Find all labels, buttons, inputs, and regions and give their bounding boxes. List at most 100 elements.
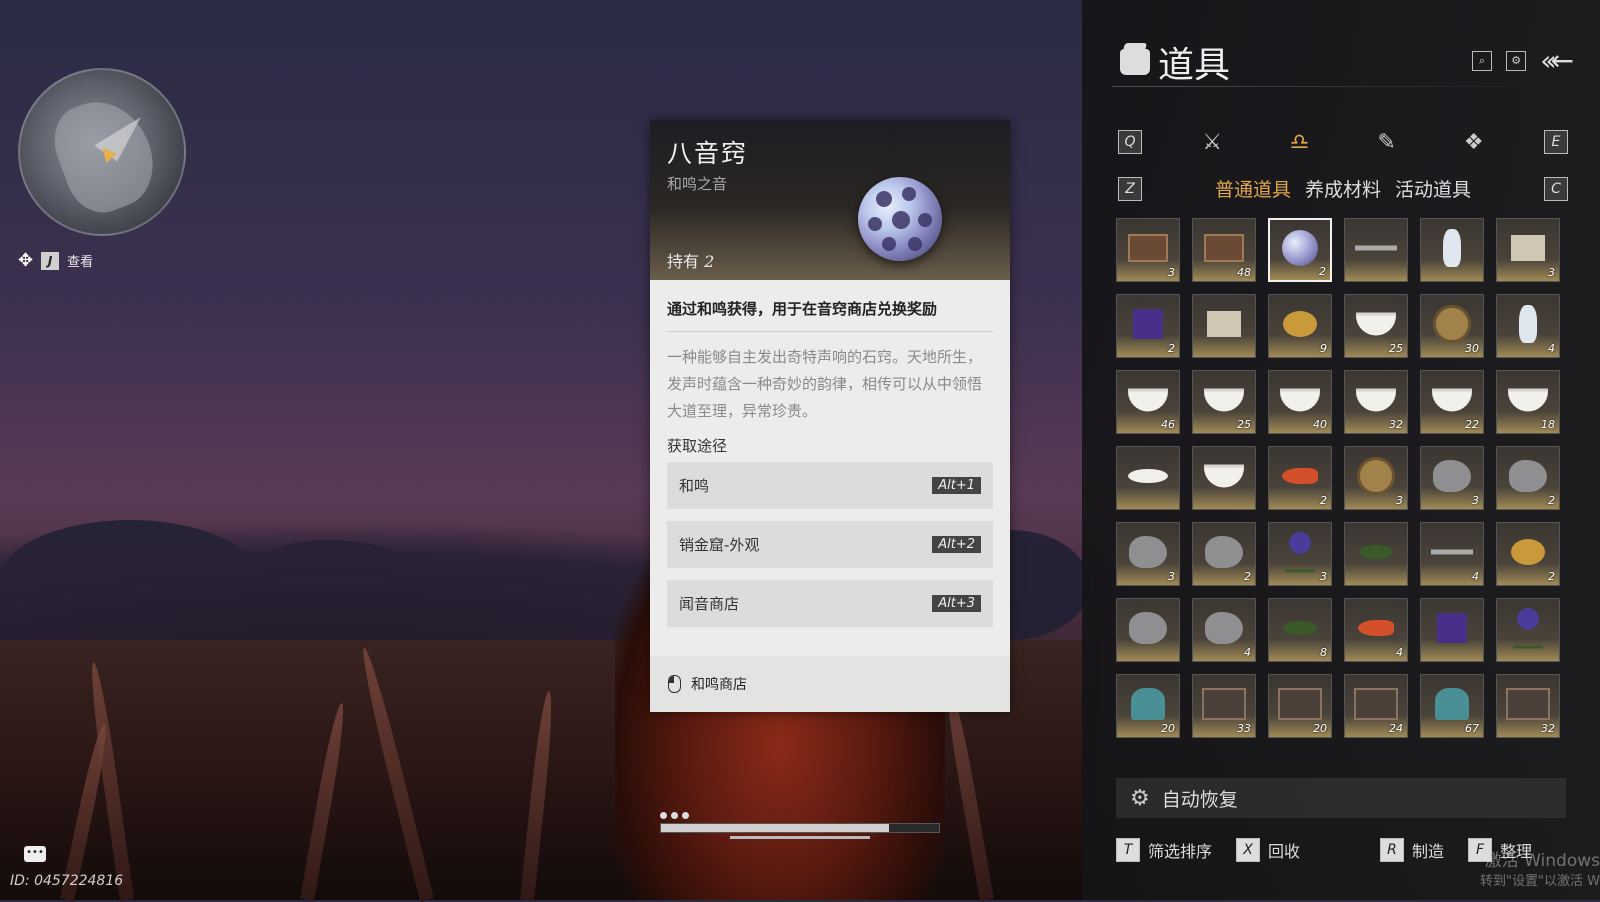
progress-dots bbox=[660, 812, 940, 819]
auto-restore-row[interactable]: ⚙ 自动恢复 bbox=[1116, 778, 1566, 818]
tab-common-items[interactable]: 普通道具 bbox=[1215, 175, 1291, 202]
rock-icon bbox=[1129, 535, 1167, 568]
shop-link[interactable]: 和鸣商店 bbox=[650, 656, 1010, 712]
inventory-slot[interactable]: 2 bbox=[1268, 218, 1332, 282]
inventory-slot[interactable] bbox=[1496, 598, 1560, 662]
prev-subtab-key[interactable]: Z bbox=[1118, 176, 1142, 201]
inventory-slot[interactable] bbox=[1192, 446, 1256, 510]
recycle-button[interactable]: X 回收 bbox=[1236, 838, 1300, 862]
craft-button[interactable]: R 制造 bbox=[1380, 838, 1444, 862]
inventory-slot[interactable]: 4 bbox=[1344, 598, 1408, 662]
inventory-slot[interactable]: 67 bbox=[1420, 674, 1484, 738]
next-category-key[interactable]: E bbox=[1543, 130, 1568, 154]
inventory-slot[interactable]: 20 bbox=[1116, 674, 1180, 738]
inventory-slot[interactable]: 2 bbox=[1268, 446, 1332, 510]
inventory-slot[interactable]: 3 bbox=[1268, 522, 1332, 586]
chest-icon bbox=[1506, 687, 1550, 720]
inventory-slot[interactable]: 18 bbox=[1496, 370, 1560, 434]
slot-count: 48 bbox=[1237, 266, 1251, 279]
inventory-slot[interactable]: 3 bbox=[1420, 446, 1484, 510]
slot-count: 2 bbox=[1244, 570, 1251, 583]
tab-event-items[interactable]: 活动道具 bbox=[1395, 175, 1471, 202]
inventory-slot[interactable]: 30 bbox=[1420, 294, 1484, 358]
fish-icon bbox=[1358, 619, 1394, 636]
owned-label: 持有 bbox=[667, 252, 700, 271]
inventory-slot[interactable]: 2 bbox=[1116, 294, 1180, 358]
inventory-slot[interactable]: 32 bbox=[1496, 674, 1560, 738]
inventory-slot[interactable]: 46 bbox=[1116, 370, 1180, 434]
inventory-slot[interactable] bbox=[1420, 598, 1484, 662]
inventory-slot[interactable]: 4 bbox=[1420, 522, 1484, 586]
box-icon bbox=[1128, 233, 1168, 262]
orb-icon bbox=[1282, 229, 1318, 266]
inventory-slot[interactable]: 25 bbox=[1344, 294, 1408, 358]
inventory-slot[interactable]: 2 bbox=[1192, 522, 1256, 586]
tab-growth-materials[interactable]: 养成材料 bbox=[1305, 175, 1381, 202]
plant-icon bbox=[1285, 531, 1315, 573]
inventory-slot[interactable]: 33 bbox=[1192, 674, 1256, 738]
inventory-slot[interactable]: 4 bbox=[1192, 598, 1256, 662]
inventory-slot[interactable] bbox=[1192, 294, 1256, 358]
progress-underline bbox=[730, 836, 870, 839]
bowl-icon bbox=[1356, 312, 1396, 336]
inventory-slot[interactable]: 40 bbox=[1268, 370, 1332, 434]
source-row[interactable]: 销金窟-外观 Alt+2 bbox=[667, 521, 993, 568]
crossed-swords-icon[interactable]: ⚔ bbox=[1195, 128, 1229, 156]
filter-sort-button[interactable]: T 筛选排序 bbox=[1116, 838, 1212, 862]
prev-category-key[interactable]: Q bbox=[1118, 130, 1142, 154]
source-hotkey: Alt+1 bbox=[932, 477, 981, 494]
action-label: 筛选排序 bbox=[1148, 842, 1213, 861]
inventory-slot[interactable] bbox=[1420, 218, 1484, 282]
badge-icon[interactable]: ❖ bbox=[1457, 128, 1491, 156]
scroll-icon[interactable]: ✎ bbox=[1370, 128, 1404, 156]
bug-icon bbox=[1359, 544, 1393, 559]
action-key: R bbox=[1380, 838, 1405, 862]
search-icon[interactable]: ⌕ bbox=[1472, 50, 1493, 71]
slot-count: 4 bbox=[1548, 342, 1555, 355]
slot-count: 67 bbox=[1465, 722, 1479, 735]
slot-count: 33 bbox=[1237, 722, 1251, 735]
progress-bar bbox=[660, 823, 940, 833]
inventory-slot[interactable]: 3 bbox=[1116, 522, 1180, 586]
item-owned: 持有 2 bbox=[667, 248, 714, 272]
inventory-slot[interactable] bbox=[1344, 218, 1408, 282]
inventory-slot[interactable]: 2 bbox=[1496, 446, 1560, 510]
inventory-slot[interactable]: 9 bbox=[1268, 294, 1332, 358]
settings-icon[interactable]: ⚙ bbox=[1506, 50, 1527, 71]
inventory-slot[interactable] bbox=[1116, 446, 1180, 510]
slot-count: 18 bbox=[1541, 418, 1555, 431]
inventory-slot[interactable]: 20 bbox=[1268, 674, 1332, 738]
minimap[interactable] bbox=[18, 68, 186, 236]
source-row[interactable]: 和鸣 Alt+1 bbox=[667, 462, 993, 509]
chest-icon bbox=[1278, 687, 1322, 720]
source-row[interactable]: 闻音商店 Alt+3 bbox=[667, 580, 993, 627]
inventory-panel: 道具 ⌕ ⚙ ‹‹← Q ⚔ ♎ ✎ ❖ E Z 普通道具 养成材料 活动道具 … bbox=[1082, 0, 1600, 900]
inventory-slot[interactable]: 3 bbox=[1496, 218, 1560, 282]
inventory-slot[interactable] bbox=[1344, 522, 1408, 586]
item-description: 一种能够自主发出奇特声响的石窍。天地所生，发声时蕴含一种奇妙的韵律，相传可以从中… bbox=[667, 348, 983, 420]
action-label: 制造 bbox=[1412, 842, 1445, 861]
inventory-slot[interactable]: 22 bbox=[1420, 370, 1484, 434]
inventory-slot[interactable]: 3 bbox=[1116, 218, 1180, 282]
view-hint[interactable]: ✥ J 查看 bbox=[18, 250, 93, 271]
grass-blade bbox=[357, 646, 434, 902]
inventory-slot[interactable]: 3 bbox=[1344, 446, 1408, 510]
pouch-icon[interactable]: ♎ bbox=[1282, 128, 1316, 156]
inventory-slot[interactable] bbox=[1116, 598, 1180, 662]
inventory-slot[interactable]: 48 bbox=[1192, 218, 1256, 282]
next-subtab-key[interactable]: C bbox=[1543, 176, 1568, 201]
inventory-slot[interactable]: 8 bbox=[1268, 598, 1332, 662]
slot-count: 9 bbox=[1320, 342, 1327, 355]
back-arrow-icon[interactable]: ‹‹← bbox=[1540, 44, 1574, 77]
inventory-slot[interactable]: 32 bbox=[1344, 370, 1408, 434]
slot-count: 2 bbox=[1168, 342, 1175, 355]
inventory-slot[interactable]: 4 bbox=[1496, 294, 1560, 358]
chat-icon[interactable]: ••• bbox=[24, 846, 46, 862]
inventory-slot[interactable]: 25 bbox=[1192, 370, 1256, 434]
shop-link-label: 和鸣商店 bbox=[691, 677, 747, 693]
vase-icon bbox=[1443, 228, 1461, 267]
slot-count: 3 bbox=[1472, 494, 1479, 507]
inventory-slot[interactable]: 2 bbox=[1496, 522, 1560, 586]
inventory-slot[interactable]: 24 bbox=[1344, 674, 1408, 738]
loading-progress bbox=[660, 812, 940, 839]
